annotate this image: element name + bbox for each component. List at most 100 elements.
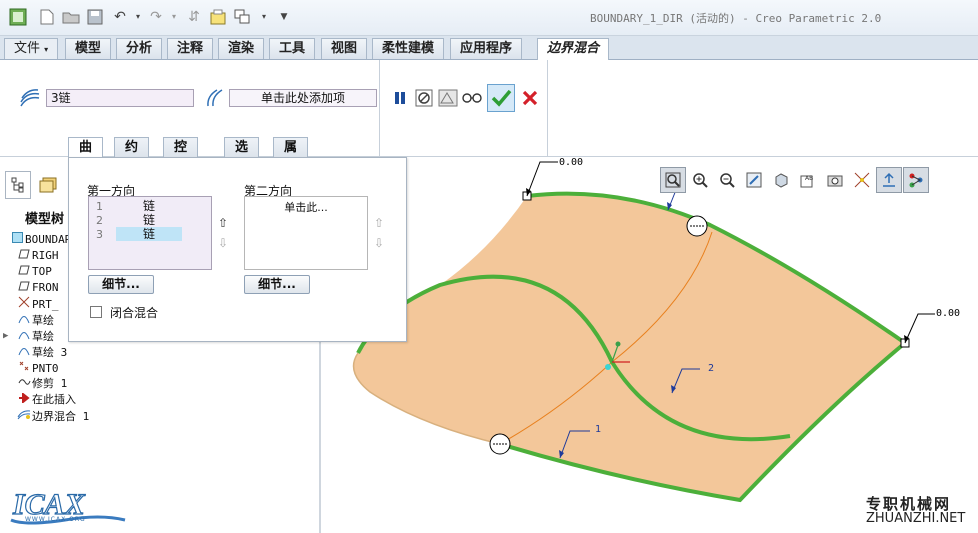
pause-icon[interactable] (389, 87, 411, 109)
attach-preview-icon[interactable] (437, 87, 459, 109)
circle-handle-bottom (489, 433, 511, 455)
ribbon-tabs: 文件 ▾ 模型 分析 注释 渲染 工具 视图 柔性建模 应用程序 边界混合 (0, 36, 978, 61)
curve-2-edge (356, 274, 791, 442)
corner-handle-right (900, 338, 910, 348)
dim-leader-right (904, 313, 935, 344)
open-folder-icon[interactable] (61, 7, 81, 27)
datum-display-icon[interactable] (849, 167, 875, 193)
tree-item-sketch-1[interactable]: 草绘 (16, 312, 54, 328)
logo-url: WWW.ICAX.ORG (25, 516, 86, 523)
tree-item-sketch-2[interactable]: ▶ 草绘 (3, 328, 54, 344)
second-details-button[interactable]: 细节... (244, 275, 310, 294)
model-tree-tab-icon[interactable] (5, 171, 31, 199)
refit-icon[interactable] (660, 167, 686, 193)
point-icon (16, 360, 32, 377)
second-direction-collector[interactable]: 单击此处添加项 (229, 89, 377, 107)
first-direction-list[interactable]: 1链 2链 3链 (88, 196, 212, 270)
model-tree-heading: 模型树 (25, 212, 65, 227)
window-dropdown-icon[interactable]: ▾ (254, 7, 274, 27)
subtab-properties[interactable]: 属性 (273, 137, 309, 174)
list-item-selected[interactable]: 3链 (90, 227, 182, 241)
second-direction-placeholder[interactable]: 单击此... (245, 199, 367, 215)
left-edge (352, 352, 501, 445)
watermark-en: ZHUANZHI.NET (866, 511, 966, 526)
zoom-out-icon[interactable] (714, 167, 740, 193)
regenerate-icon[interactable]: ⇵ (184, 7, 204, 27)
repaint-icon[interactable] (741, 167, 767, 193)
datum-plane-icon (16, 280, 32, 296)
no-preview-icon[interactable] (413, 87, 435, 109)
move-down-arrow-icon[interactable]: ⇩ (218, 236, 228, 250)
undo-dropdown-icon[interactable]: ▾ (128, 7, 148, 27)
closed-blend-checkbox[interactable] (90, 306, 102, 318)
undo-icon[interactable]: ↶ (110, 7, 130, 27)
curve-3-edge (526, 191, 907, 345)
view-manager-icon[interactable] (822, 167, 848, 193)
tree-item-top-plane[interactable]: TOP (16, 264, 52, 280)
boundary-blend-surface (353, 193, 906, 501)
dimension-label-top[interactable]: 0.00 (559, 157, 583, 168)
annotation-display-icon[interactable] (876, 167, 902, 193)
tab-model[interactable]: 模型 (65, 38, 112, 59)
display-style-icon[interactable] (768, 167, 794, 193)
windows-icon[interactable] (208, 7, 228, 27)
chevron-down-icon: ▾ (44, 45, 49, 54)
move-up-arrow-icon[interactable]: ⇧ (218, 216, 228, 230)
switch-window-icon[interactable] (232, 7, 252, 27)
datum-plane-icon (16, 264, 32, 280)
cancel-x-button[interactable] (519, 87, 541, 109)
new-file-icon[interactable] (37, 7, 57, 27)
curves-panel: 第一方向 第二方向 1链 2链 3链 ⇧ ⇩ 单击此... ⇧ ⇩ 细节... … (68, 157, 407, 342)
tree-item-csys[interactable]: PRT_ (16, 296, 59, 312)
subtab-options[interactable]: 选项 (224, 137, 260, 174)
circle-handle-top (686, 215, 708, 237)
customize-toolbar-icon[interactable]: ▼ (274, 7, 294, 27)
window-title: BOUNDARY_1_DIR (活动的) - Creo Parametric 2… (590, 12, 882, 25)
expand-arrow-icon[interactable]: ▶ (3, 328, 8, 344)
svg-text:AB: AB (805, 175, 813, 182)
verify-preview-icon[interactable] (461, 87, 483, 109)
second-direction-list[interactable]: 单击此... (244, 196, 368, 270)
tab-flexible-modeling[interactable]: 柔性建模 (372, 38, 445, 59)
list-item[interactable]: 2链 (90, 213, 182, 227)
tab-applications[interactable]: 应用程序 (450, 38, 523, 59)
subtab-constraints[interactable]: 约束 (114, 137, 150, 174)
first-direction-collector[interactable]: 3链 (46, 89, 194, 107)
tab-tools[interactable]: 工具 (269, 38, 316, 59)
redo-dropdown-icon[interactable]: ▾ (164, 7, 184, 27)
dimension-label-right[interactable]: 0.00 (936, 308, 960, 319)
dim-leader-top (526, 161, 558, 197)
subtab-control-points[interactable]: 控制点 (163, 137, 199, 193)
model-tree-splitter[interactable] (319, 340, 321, 533)
closed-blend-label: 闭合混合 (110, 306, 159, 320)
sketch-icon (16, 344, 32, 361)
first-direction-curves-icon (19, 87, 41, 109)
ok-checkmark-button[interactable] (487, 84, 515, 112)
tab-boundary-blend[interactable]: 边界混合 (537, 38, 610, 61)
second-move-down-arrow-icon[interactable]: ⇩ (374, 236, 384, 250)
tab-view[interactable]: 视图 (321, 38, 368, 59)
list-item[interactable]: 1链 (90, 199, 182, 213)
dashboard-divider (379, 60, 380, 157)
first-details-button[interactable]: 细节... (88, 275, 154, 294)
redo-icon[interactable]: ↷ (146, 7, 166, 27)
tree-item-sketch-3[interactable]: 草绘 3 (16, 344, 67, 360)
tree-item-boundary-blend[interactable]: 边界混合 1 (16, 408, 89, 424)
tree-item-point[interactable]: PNT0 (16, 360, 59, 376)
save-icon[interactable] (85, 7, 105, 27)
tree-item-front-plane[interactable]: FRON (16, 280, 59, 296)
orange-construction-curve (499, 231, 713, 445)
subtab-curves[interactable]: 曲线 (68, 137, 104, 174)
saved-orientations-icon[interactable]: AB (795, 167, 821, 193)
zoom-in-icon[interactable] (687, 167, 713, 193)
tree-item-right-plane[interactable]: RIGH (16, 248, 59, 264)
folder-browser-tab-icon[interactable] (35, 171, 61, 199)
spin-center-icon[interactable] (903, 167, 929, 193)
tree-item-trim[interactable]: 修剪 1 (16, 376, 67, 392)
tab-render[interactable]: 渲染 (218, 38, 265, 59)
tab-annotate[interactable]: 注释 (167, 38, 214, 59)
second-move-up-arrow-icon[interactable]: ⇧ (374, 216, 384, 230)
tab-analysis[interactable]: 分析 (116, 38, 163, 59)
tree-item-insert-here[interactable]: 在此插入 (16, 391, 76, 408)
tab-file[interactable]: 文件 ▾ (4, 38, 59, 59)
